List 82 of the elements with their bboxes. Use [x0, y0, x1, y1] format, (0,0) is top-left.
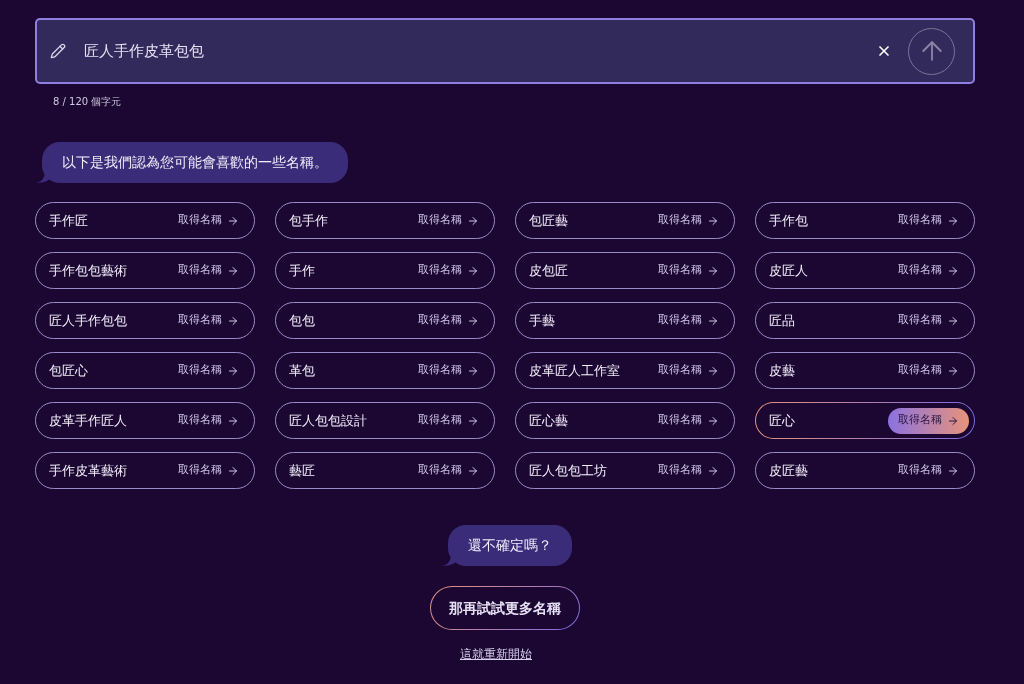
- suggestion-name: 匠人包包設計: [289, 411, 367, 430]
- get-name-button[interactable]: 取得名稱: [408, 407, 489, 434]
- bubble-tail-icon: [36, 173, 50, 183]
- suggestion-name: 皮革手作匠人: [49, 411, 127, 430]
- suggestion-name: 包手作: [289, 211, 328, 230]
- arrow-right-icon: [227, 214, 239, 227]
- suggestion-name: 手作包包藝術: [49, 261, 127, 280]
- suggestion-name: 手藝: [529, 311, 555, 330]
- suggestion-name: 包包: [289, 311, 315, 330]
- suggestion-name: 皮匠藝: [769, 461, 808, 480]
- suggestion-name: 匠品: [769, 311, 795, 330]
- character-count: 8 / 120 個字元: [53, 95, 122, 109]
- get-name-button[interactable]: 取得名稱: [408, 207, 489, 234]
- get-name-button[interactable]: 取得名稱: [168, 307, 249, 334]
- get-name-button[interactable]: 取得名稱: [408, 357, 489, 384]
- suggestion-name: 匠人手作包包: [49, 311, 127, 330]
- suggestion-name: 包匠藝: [529, 211, 568, 230]
- arrow-right-icon: [947, 314, 959, 327]
- get-name-button[interactable]: 取得名稱: [888, 207, 969, 234]
- get-name-button[interactable]: 取得名稱: [648, 257, 729, 284]
- get-name-button[interactable]: 取得名稱: [648, 457, 729, 484]
- arrow-right-icon: [947, 364, 959, 377]
- get-name-button[interactable]: 取得名稱: [168, 257, 249, 284]
- arrow-right-icon: [227, 364, 239, 377]
- get-name-button[interactable]: 取得名稱: [168, 457, 249, 484]
- arrow-right-icon: [707, 464, 719, 477]
- get-name-button[interactable]: 取得名稱: [648, 407, 729, 434]
- arrow-right-icon: [707, 214, 719, 227]
- arrow-right-icon: [467, 464, 479, 477]
- arrow-right-icon: [947, 264, 959, 277]
- bubble-tail-icon: [442, 556, 456, 566]
- restart-link[interactable]: 這就重新開始: [460, 645, 532, 663]
- arrow-right-icon: [467, 314, 479, 327]
- pencil-icon: [50, 43, 66, 59]
- suggestion-name: 匠心: [769, 411, 795, 430]
- get-name-button[interactable]: 取得名稱: [888, 257, 969, 284]
- suggestion-name: 皮革匠人工作室: [529, 361, 620, 380]
- arrow-right-icon: [227, 464, 239, 477]
- get-name-button[interactable]: 取得名稱: [408, 307, 489, 334]
- get-name-button[interactable]: 取得名稱: [408, 457, 489, 484]
- name-suggestion[interactable]: 匠心 取得名稱: [755, 402, 975, 439]
- arrow-right-icon: [467, 364, 479, 377]
- suggestion-name: 皮藝: [769, 361, 795, 380]
- suggestion-name: 匠人包包工坊: [529, 461, 607, 480]
- get-name-button[interactable]: 取得名稱: [168, 407, 249, 434]
- get-name-button[interactable]: 取得名稱: [648, 357, 729, 384]
- arrow-right-icon: [227, 314, 239, 327]
- suggestion-name: 革包: [289, 361, 315, 380]
- get-name-button[interactable]: 取得名稱: [168, 207, 249, 234]
- arrow-right-icon: [707, 364, 719, 377]
- close-icon: [876, 43, 892, 59]
- arrow-right-icon: [707, 314, 719, 327]
- arrow-right-icon: [707, 414, 719, 427]
- input-value: 匠人手作皮革包包: [84, 40, 205, 62]
- arrow-right-icon: [707, 264, 719, 277]
- get-name-button[interactable]: 取得名稱: [888, 307, 969, 334]
- arrow-right-icon: [467, 264, 479, 277]
- get-name-button[interactable]: 取得名稱: [648, 307, 729, 334]
- get-name-button[interactable]: 取得名稱: [888, 407, 969, 434]
- arrow-right-icon: [467, 214, 479, 227]
- suggestion-name: 皮匠人: [769, 261, 808, 280]
- suggestion-name: 手作: [289, 261, 315, 280]
- arrow-right-icon: [947, 464, 959, 477]
- get-name-button[interactable]: 取得名稱: [888, 457, 969, 484]
- get-name-button[interactable]: 取得名稱: [888, 357, 969, 384]
- suggestion-name: 手作包: [769, 211, 808, 230]
- arrow-right-icon: [227, 414, 239, 427]
- suggestion-name: 匠心藝: [529, 411, 568, 430]
- suggestion-name: 手作匠: [49, 211, 88, 230]
- arrow-right-icon: [947, 414, 959, 427]
- get-name-button[interactable]: 取得名稱: [168, 357, 249, 384]
- name-input-field[interactable]: 匠人手作皮革包包: [35, 18, 975, 84]
- suggestion-name: 皮包匠: [529, 261, 568, 280]
- arrow-right-icon: [467, 414, 479, 427]
- arrow-right-icon: [227, 264, 239, 277]
- get-name-button[interactable]: 取得名稱: [648, 207, 729, 234]
- more-names-button[interactable]: 那再試試更多名稱: [430, 586, 580, 630]
- get-name-button[interactable]: 取得名稱: [408, 257, 489, 284]
- suggestion-name: 手作皮革藝術: [49, 461, 127, 480]
- suggestion-name: 藝匠: [289, 461, 315, 480]
- arrow-right-icon: [947, 214, 959, 227]
- suggestion-name: 包匠心: [49, 361, 88, 380]
